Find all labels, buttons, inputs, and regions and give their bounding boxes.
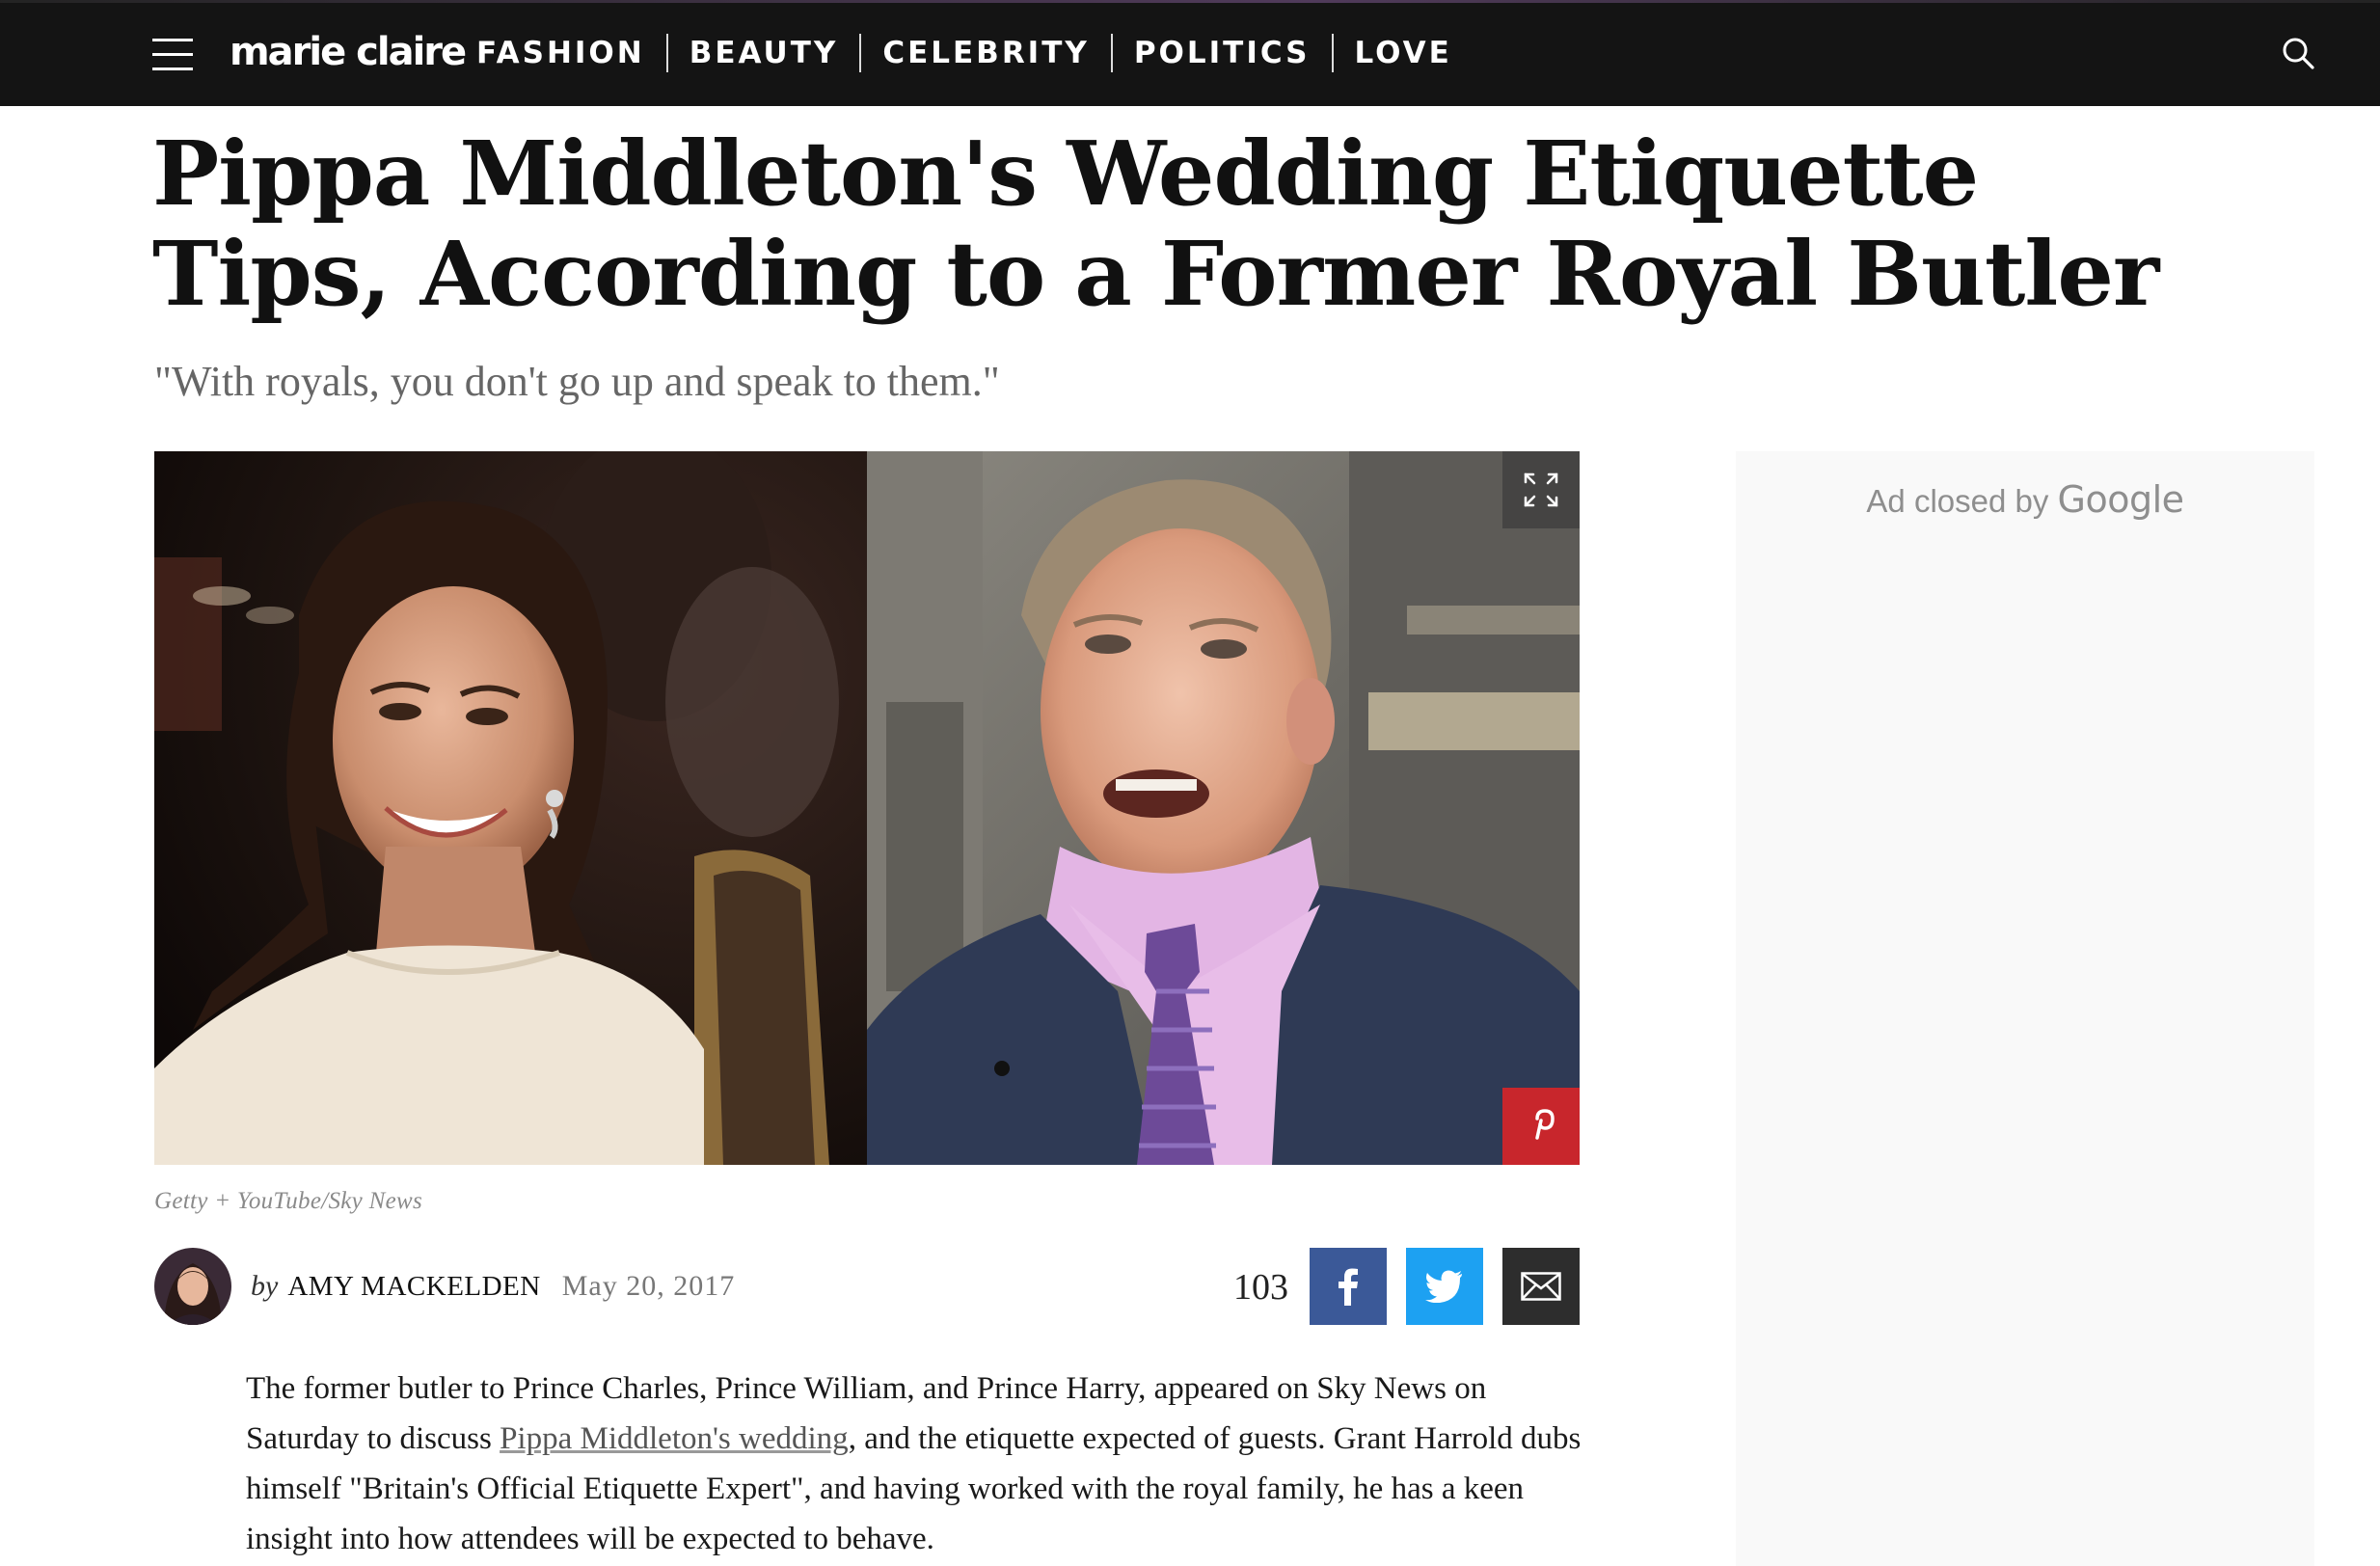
ad-closed-notice: Ad closed by Google <box>1736 478 2314 521</box>
nav-item-politics[interactable]: POLITICS <box>1113 34 1332 72</box>
byline: by AMY MACKELDEN May 20, 2017 <box>251 1265 735 1308</box>
section-nav: FASHION BEAUTY CELEBRITY POLITICS LOVE <box>461 29 1474 77</box>
twitter-share-button[interactable] <box>1406 1248 1483 1325</box>
nav-item-celebrity[interactable]: CELEBRITY <box>861 34 1110 72</box>
ad-slot: Ad closed by Google <box>1736 451 2314 1566</box>
expand-icon <box>1524 472 1558 507</box>
author-avatar[interactable] <box>154 1248 231 1325</box>
search-icon[interactable] <box>2282 37 2314 69</box>
facebook-share-button[interactable] <box>1310 1248 1387 1325</box>
accent-line <box>0 0 2380 3</box>
nav-divider <box>665 34 668 72</box>
nav-divider <box>1110 34 1113 72</box>
facebook-icon <box>1339 1268 1358 1306</box>
expand-image-button[interactable] <box>1502 451 1580 528</box>
article-dek: "With royals, you don't go up and speak … <box>154 358 1000 405</box>
share-count: 103 <box>1233 1267 1288 1308</box>
email-share-button[interactable] <box>1502 1248 1580 1325</box>
publish-date: May 20, 2017 <box>561 1270 736 1302</box>
nav-divider <box>1331 34 1334 72</box>
google-wordmark: Google <box>2057 478 2185 521</box>
lead-image[interactable] <box>154 451 1580 1165</box>
pinterest-icon <box>1535 1109 1555 1140</box>
top-navigation-bar: marie claire FASHION BEAUTY CELEBRITY PO… <box>0 0 2380 106</box>
author-name-link[interactable]: AMY MACKELDEN <box>287 1271 540 1303</box>
nav-item-fashion[interactable]: FASHION <box>461 34 666 72</box>
photo-grant-harrold <box>867 451 1580 1165</box>
hamburger-menu-icon[interactable] <box>152 37 193 71</box>
site-logo[interactable]: marie claire <box>230 23 467 81</box>
email-icon <box>1521 1272 1561 1301</box>
image-credit: Getty + YouTube/Sky News <box>154 1188 423 1214</box>
nav-item-love[interactable]: LOVE <box>1334 34 1474 72</box>
twitter-icon <box>1425 1270 1462 1303</box>
byline-prefix: by <box>251 1270 279 1302</box>
article-body-paragraph: The former butler to Prince Charles, Pri… <box>246 1364 1596 1564</box>
nav-item-beauty[interactable]: BEAUTY <box>668 34 860 72</box>
article-title: Pippa Middleton's Wedding Etiquette Tips… <box>152 122 2159 326</box>
pippa-wedding-link[interactable]: Pippa Middleton's wedding <box>500 1421 849 1456</box>
photo-pippa-middleton <box>154 451 867 1165</box>
pinterest-button[interactable] <box>1502 1088 1580 1165</box>
ad-closed-text: Ad closed by <box>1866 483 2049 519</box>
nav-divider <box>859 34 862 72</box>
